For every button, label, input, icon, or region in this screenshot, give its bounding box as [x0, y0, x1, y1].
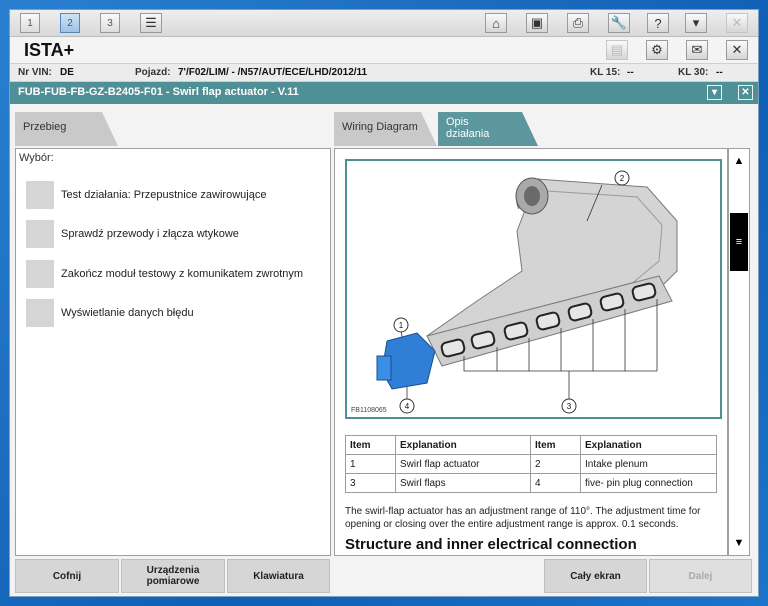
vehicle-value: 7'/F02/LIM/ - /N57/AUT/ECE/LHD/2012/11	[178, 67, 368, 78]
table-cell: 1	[345, 454, 396, 474]
minimize-icon[interactable]: ▾	[685, 13, 707, 33]
step-checkbox[interactable]	[26, 260, 54, 288]
title-row: ISTA+ ▤ ⚙ ✉ ✕	[10, 37, 758, 64]
vin-label: Nr VIN:	[18, 67, 52, 78]
back-button[interactable]: Cofnij	[15, 559, 119, 593]
session-tab-3[interactable]: 3	[100, 13, 120, 33]
table-row: 1 Swirl flap actuator 2 Intake plenum	[345, 454, 717, 474]
item-table: Item Explanation Item Explanation 1 Swir…	[345, 435, 717, 493]
vin-value: DE	[60, 67, 74, 78]
document-icon[interactable]: ▤	[606, 40, 628, 60]
table-cell: Swirl flaps	[395, 473, 531, 493]
tab-wiring-label: Wiring Diagram	[342, 121, 418, 133]
scroll-up-icon[interactable]: ▲	[729, 151, 749, 171]
callout-4-label: 4	[405, 402, 410, 411]
table-cell: five- pin plug connection	[580, 473, 717, 493]
next-button[interactable]: Dalej	[649, 559, 752, 593]
tab-przebieg[interactable]: Przebieg	[15, 112, 118, 146]
step-checkbox[interactable]	[26, 299, 54, 327]
step-item[interactable]: Zakończ moduł testowy z komunikatem zwro…	[26, 260, 326, 288]
intake-manifold-illustration: 1 2 3 4	[376, 170, 678, 414]
table-header-row: Item Explanation Item Explanation	[345, 435, 717, 455]
intake-manifold-figure: 1 2 3 4 FB1108065	[345, 159, 722, 419]
tab-przebieg-label: Przebieg	[23, 121, 67, 133]
step-checkbox[interactable]	[26, 220, 54, 248]
session-tab-1[interactable]: 1	[20, 13, 40, 33]
step-label: Test działania: Przepustnice zawirowując…	[61, 189, 267, 201]
figure-code: FB1108065	[351, 407, 387, 414]
table-cell: Intake plenum	[580, 454, 717, 474]
module-title-bar: FUB-FUB-FB-GZ-B2405-F01 - Swirl flap act…	[10, 82, 758, 104]
section-heading: Structure and inner electrical connectio…	[345, 536, 637, 553]
step-label: Wyświetlanie danych błędu	[61, 307, 194, 319]
close-icon[interactable]: ✕	[726, 40, 748, 60]
tab-opis-label: Opis działania	[446, 116, 490, 140]
scroll-thumb[interactable]: ≡	[730, 213, 748, 271]
app-title: ISTA+	[24, 40, 75, 60]
table-header: Item	[345, 435, 396, 455]
vehicle-info-row: Nr VIN: DE Pojazd: 7'/F02/LIM/ - /N57/AU…	[10, 64, 758, 82]
step-label: Sprawdź przewody i złącza wtykowe	[61, 228, 239, 240]
home-icon[interactable]: ⌂	[485, 13, 507, 33]
table-cell: 3	[345, 473, 396, 493]
table-cell: Swirl flap actuator	[395, 454, 531, 474]
tab-opis-dzialania[interactable]: Opis działania	[438, 112, 538, 146]
measuring-devices-label: Urządzenia pomiarowe	[146, 565, 200, 587]
measuring-devices-button[interactable]: Urządzenia pomiarowe	[121, 559, 225, 593]
table-row: 3 Swirl flaps 4 five- pin plug connectio…	[345, 473, 717, 493]
print-icon[interactable]: ⎙	[567, 13, 589, 33]
step-item[interactable]: Test działania: Przepustnice zawirowując…	[26, 181, 326, 209]
scroll-down-icon[interactable]: ▼	[729, 533, 749, 553]
table-header: Explanation	[580, 435, 717, 455]
test-plan-panel: Wybór: Test działania: Przepustnice zawi…	[15, 148, 331, 556]
wrench-icon[interactable]: 🔧	[608, 13, 630, 33]
table-header: Explanation	[395, 435, 531, 455]
step-label: Zakończ moduł testowy z komunikatem zwro…	[61, 268, 304, 280]
callout-3-label: 3	[567, 402, 572, 411]
step-item[interactable]: Sprawdź przewody i złącza wtykowe	[26, 220, 326, 248]
table-header: Item	[530, 435, 581, 455]
fullscreen-button[interactable]: Cały ekran	[544, 559, 647, 593]
description-text: The swirl-flap actuator has an adjustmen…	[345, 506, 701, 530]
ista-window: 1 2 3 ☰ ⌂ ▣ ⎙ 🔧 ? ▾ ✕ ISTA+ ▤ ⚙ ✉ ✕ Nr V…	[9, 9, 759, 597]
table-cell: 4	[530, 473, 581, 493]
callout-1-label: 1	[399, 321, 404, 330]
close-icon[interactable]: ✕	[726, 13, 748, 33]
session-tab-2[interactable]: 2	[60, 13, 80, 33]
kl30-label: KL 30:	[678, 67, 709, 78]
kl15-label: KL 15:	[590, 67, 621, 78]
keyboard-button[interactable]: Klawiatura	[227, 559, 330, 593]
help-icon[interactable]: ?	[647, 13, 669, 33]
step-item[interactable]: Wyświetlanie danych błędu	[26, 299, 326, 327]
mail-icon[interactable]: ✉	[686, 40, 708, 60]
callout-2-label: 2	[620, 174, 625, 183]
kl15-value: --	[627, 67, 634, 78]
selection-header: Wybór:	[19, 152, 54, 164]
content-scrollbar[interactable]: ▲ ≡ ▼	[728, 148, 750, 556]
diagnosis-icon[interactable]: ▣	[526, 13, 548, 33]
gear-icon[interactable]: ⚙	[646, 40, 668, 60]
list-icon[interactable]: ☰	[140, 13, 162, 33]
tab-wiring-diagram[interactable]: Wiring Diagram	[334, 112, 437, 146]
vehicle-label: Pojazd:	[135, 67, 171, 78]
close-icon[interactable]: ✕	[738, 85, 753, 100]
dropdown-icon[interactable]: ▾	[707, 85, 722, 100]
table-cell: 2	[530, 454, 581, 474]
kl30-value: --	[716, 67, 723, 78]
module-title: FUB-FUB-FB-GZ-B2405-F01 - Swirl flap act…	[18, 86, 299, 98]
top-toolbar: 1 2 3 ☰ ⌂ ▣ ⎙ 🔧 ? ▾ ✕	[10, 10, 758, 37]
step-checkbox[interactable]	[26, 181, 54, 209]
description-panel: 1 2 3 4 FB1108065 Item Explanation Item …	[334, 148, 728, 556]
